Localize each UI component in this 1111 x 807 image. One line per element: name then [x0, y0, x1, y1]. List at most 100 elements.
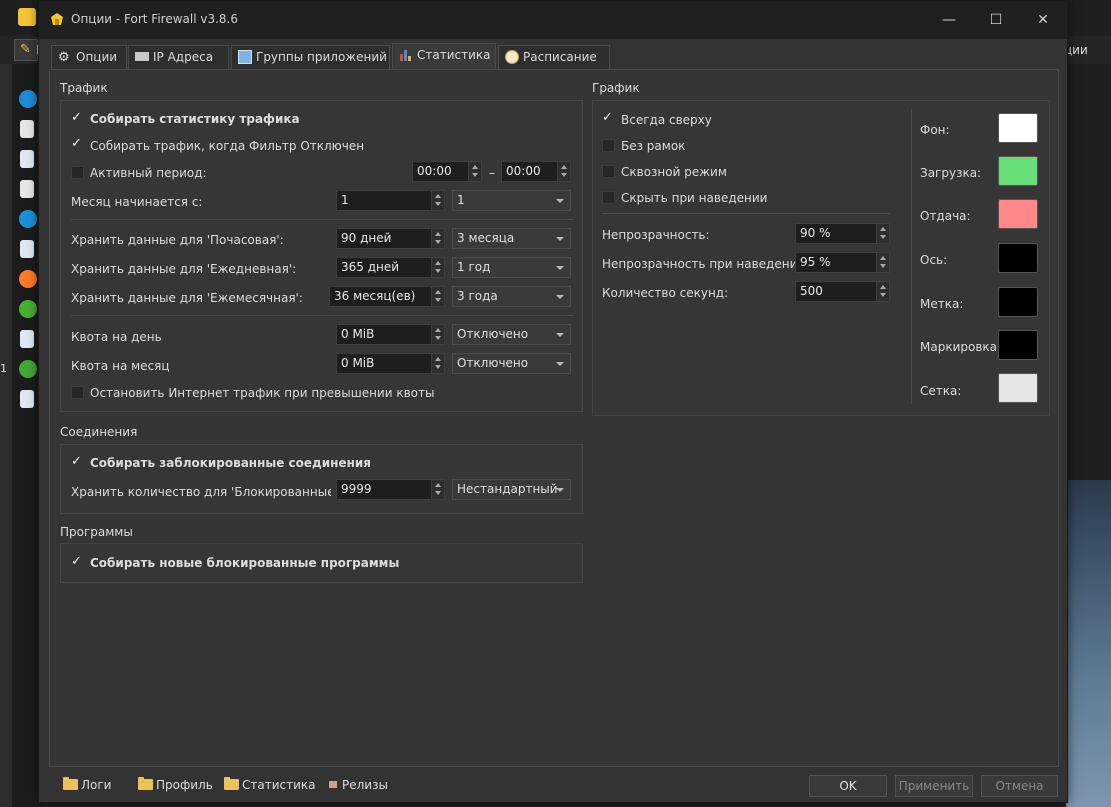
collect-blocked-checkbox[interactable] [71, 454, 84, 470]
active-period-checkbox[interactable] [71, 166, 84, 179]
separator [71, 219, 573, 220]
spin-value: 500 [800, 284, 823, 298]
graph-group: Всегда сверху Без рамок Сквозной режим С… [592, 100, 1050, 416]
color-upload-swatch[interactable] [998, 199, 1038, 229]
spin-arrows[interactable] [468, 162, 481, 181]
keep-monthly-combo[interactable]: 3 года [452, 286, 571, 307]
tab-schedule[interactable]: Расписание [498, 45, 610, 69]
color-label-swatch[interactable] [998, 287, 1038, 317]
file-icon[interactable] [20, 180, 34, 198]
tab-options[interactable]: ⚙ Опции [51, 45, 127, 69]
seconds-label: Количество секунд: [602, 286, 729, 300]
active-period-to-input[interactable]: 00:00 [501, 161, 571, 182]
always-on-top-checkbox[interactable] [602, 110, 615, 126]
spin-arrows[interactable] [431, 287, 444, 306]
folder-icon [63, 777, 78, 790]
cancel-button[interactable]: Отмена [981, 775, 1058, 797]
package-icon [329, 781, 337, 788]
spin-arrows[interactable] [431, 480, 444, 499]
tab-app-groups[interactable]: Группы приложений [231, 45, 390, 69]
opacity-input[interactable]: 90 % [795, 223, 890, 244]
keep-hourly-input[interactable]: 90 дней [336, 228, 445, 249]
color-bg-swatch[interactable] [998, 113, 1038, 143]
keep-blocked-count-input[interactable]: 9999 [336, 479, 445, 500]
profile-link[interactable]: Профиль [138, 777, 213, 792]
apply-button[interactable]: Применить [895, 775, 973, 797]
collect-stats-checkbox[interactable] [71, 110, 84, 126]
traffic-group: Собирать статистику трафика Собирать тра… [60, 100, 583, 412]
power-icon[interactable] [19, 300, 37, 318]
edit-button[interactable]: ✎ [14, 39, 38, 61]
logs-label: Логи [81, 778, 112, 792]
seconds-input[interactable]: 500 [795, 281, 890, 302]
stop-on-quota-checkbox[interactable] [71, 386, 84, 399]
file-icon[interactable] [20, 120, 34, 138]
month-start-combo[interactable]: 1 [452, 190, 571, 211]
releases-link[interactable]: Релизы [329, 778, 388, 792]
color-download-label: Загрузка: [920, 166, 982, 180]
window-icon[interactable] [20, 330, 34, 348]
spin-arrows[interactable] [431, 229, 444, 248]
keep-hourly-combo[interactable]: 3 месяца [452, 228, 571, 249]
quota-day-combo[interactable]: Отключено [452, 324, 571, 345]
keep-daily-combo[interactable]: 1 год [452, 257, 571, 278]
collect-stats-label: Собирать статистику трафика [90, 112, 300, 126]
spin-arrows[interactable] [431, 258, 444, 277]
month-start-input[interactable]: 1 [336, 190, 445, 211]
spin-value: 0 MiB [341, 356, 375, 370]
click-through-label: Сквозной режим [621, 165, 727, 179]
spin-arrows[interactable] [876, 224, 889, 243]
opacity-label: Непрозрачность: [602, 228, 710, 242]
tab-label: Группы приложений [256, 50, 387, 64]
statistics-link[interactable]: Статистика [224, 777, 316, 792]
hover-opacity-input[interactable]: 95 % [795, 252, 890, 273]
app-icon [18, 8, 36, 26]
spin-arrows[interactable] [876, 282, 889, 301]
maximize-button[interactable]: ☐ [973, 1, 1019, 39]
separator [71, 315, 573, 316]
keep-daily-input[interactable]: 365 дней [336, 257, 445, 278]
spin-arrows[interactable] [876, 253, 889, 272]
minimize-button[interactable]: — [926, 1, 972, 39]
windows-store-icon[interactable] [19, 210, 37, 228]
spin-arrows[interactable] [431, 354, 444, 373]
window-icon[interactable] [20, 150, 34, 168]
tab-statistics[interactable]: Статистика [392, 43, 496, 69]
bar-chart-icon [400, 50, 411, 61]
ok-button[interactable]: OK [809, 775, 887, 797]
keep-daily-label: Хранить данные для 'Ежедневная': [71, 262, 297, 276]
spin-arrows[interactable] [557, 162, 570, 181]
color-grid-swatch[interactable] [998, 373, 1038, 403]
keep-blocked-count-combo[interactable]: Нестандартный [452, 479, 571, 500]
collect-when-filter-off-checkbox[interactable] [71, 136, 84, 152]
tab-ip-addresses[interactable]: IP Адреса [128, 45, 229, 69]
color-marking-swatch[interactable] [998, 330, 1038, 360]
quota-month-input[interactable]: 0 MiB [336, 353, 445, 374]
window-icon[interactable] [20, 390, 34, 408]
spin-arrows[interactable] [431, 325, 444, 344]
collect-blocked-label: Собирать заблокированные соединения [90, 456, 371, 470]
window-icon[interactable] [20, 240, 34, 258]
keep-monthly-input[interactable]: 36 месяц(ев) [329, 286, 445, 307]
period-dash: – [489, 166, 495, 180]
quota-day-input[interactable]: 0 MiB [336, 324, 445, 345]
hide-on-hover-checkbox[interactable] [602, 191, 615, 204]
click-through-checkbox[interactable] [602, 165, 615, 178]
fort-firewall-icon [51, 13, 63, 25]
spin-arrows[interactable] [431, 191, 444, 210]
firefox-icon[interactable] [19, 270, 37, 288]
programs-section-title: Программы [60, 525, 133, 539]
color-download-swatch[interactable] [998, 156, 1038, 186]
logs-link[interactable]: Логи [63, 777, 112, 792]
active-period-from-input[interactable]: 00:00 [412, 161, 482, 182]
collect-new-blocked-checkbox[interactable] [71, 554, 84, 570]
alarm-clock-icon [505, 50, 519, 64]
close-button[interactable]: ✕ [1020, 1, 1066, 39]
edge-icon[interactable] [19, 90, 37, 108]
profile-label: Профиль [156, 778, 213, 792]
frameless-checkbox[interactable] [602, 139, 615, 152]
color-axis-swatch[interactable] [998, 243, 1038, 273]
spin-value: 1 [341, 193, 349, 207]
quota-month-combo[interactable]: Отключено [452, 353, 571, 374]
utorrent-icon[interactable] [19, 360, 37, 378]
